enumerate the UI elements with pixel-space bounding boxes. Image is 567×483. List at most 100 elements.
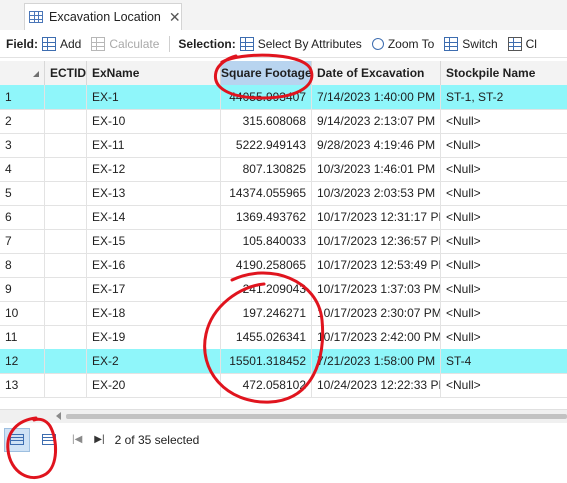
cell-square-footage[interactable]: 1455.026341 xyxy=(221,325,312,349)
tab-excavation-location[interactable]: Excavation Location ✕ xyxy=(24,3,182,30)
show-selected-records-button[interactable] xyxy=(36,428,62,452)
cell-date-of-excavation[interactable]: 10/17/2023 2:30:07 PM xyxy=(312,301,441,325)
cell-ectid[interactable] xyxy=(45,133,87,157)
cell-exname[interactable]: EX-15 xyxy=(87,229,221,253)
cell-date-of-excavation[interactable]: 7/14/2023 1:40:00 PM xyxy=(312,85,441,109)
cell-date-of-excavation[interactable]: 10/17/2023 12:53:49 PM xyxy=(312,253,441,277)
cell-date-of-excavation[interactable]: 9/14/2023 2:13:07 PM xyxy=(312,109,441,133)
cell-square-footage[interactable]: 15501.318452 xyxy=(221,349,312,373)
cell-exname[interactable]: EX-10 xyxy=(87,109,221,133)
cell-stockpile-name[interactable]: <Null> xyxy=(441,205,567,229)
cell-date-of-excavation[interactable]: 10/3/2023 1:46:01 PM xyxy=(312,157,441,181)
cell-stockpile-name[interactable]: ST-4 xyxy=(441,349,567,373)
cell-exname[interactable]: EX-14 xyxy=(87,205,221,229)
calculate-field-button[interactable]: Calculate xyxy=(91,36,159,51)
cell-row-index[interactable]: 11 xyxy=(0,325,45,349)
cell-date-of-excavation[interactable]: 10/17/2023 12:31:17 PM xyxy=(312,205,441,229)
cell-square-footage[interactable]: 1369.493762 xyxy=(221,205,312,229)
horizontal-scrollbar[interactable] xyxy=(0,409,567,423)
cell-exname[interactable]: EX-20 xyxy=(87,373,221,397)
header-date-of-excavation[interactable]: Date of Excavation xyxy=(312,61,441,85)
cell-date-of-excavation[interactable]: 10/3/2023 2:03:53 PM xyxy=(312,181,441,205)
cell-stockpile-name[interactable]: <Null> xyxy=(441,373,567,397)
scrollbar-thumb[interactable] xyxy=(66,414,567,419)
cell-square-footage[interactable]: 105.840033 xyxy=(221,229,312,253)
cell-ectid[interactable] xyxy=(45,253,87,277)
cell-stockpile-name[interactable]: <Null> xyxy=(441,253,567,277)
cell-exname[interactable]: EX-2 xyxy=(87,349,221,373)
table-row[interactable]: 9 EX-17 241.209043 10/17/2023 1:37:03 PM <Nu… xyxy=(0,277,567,302)
cell-row-index[interactable]: 4 xyxy=(0,157,45,181)
cell-square-footage[interactable]: 807.130825 xyxy=(221,157,312,181)
cell-exname[interactable]: EX-1 xyxy=(87,85,221,109)
cell-row-index[interactable]: 1 xyxy=(0,85,45,109)
clear-selection-button[interactable]: Cl xyxy=(507,36,537,51)
cell-ectid[interactable] xyxy=(45,109,87,133)
cell-stockpile-name[interactable]: <Null> xyxy=(441,181,567,205)
cell-ectid[interactable] xyxy=(45,325,87,349)
cell-exname[interactable]: EX-12 xyxy=(87,157,221,181)
show-all-records-button[interactable] xyxy=(4,427,30,452)
cell-ectid[interactable] xyxy=(45,85,87,109)
cell-row-index[interactable]: 13 xyxy=(0,373,45,397)
cell-row-index[interactable]: 2 xyxy=(0,109,45,133)
cell-ectid[interactable] xyxy=(45,229,87,253)
table-row[interactable]: 2 EX-10 315.608068 9/14/2023 2:13:07 PM <Nul… xyxy=(0,109,567,134)
cell-exname[interactable]: EX-16 xyxy=(87,253,221,277)
cell-ectid[interactable] xyxy=(45,157,87,181)
cell-exname[interactable]: EX-13 xyxy=(87,181,221,205)
cell-ectid[interactable] xyxy=(45,181,87,205)
cell-row-index[interactable]: 9 xyxy=(0,277,45,301)
cell-square-footage[interactable]: 4190.258065 xyxy=(221,253,312,277)
cell-date-of-excavation[interactable]: 10/17/2023 2:42:00 PM xyxy=(312,325,441,349)
cell-exname[interactable]: EX-17 xyxy=(87,277,221,301)
cell-exname[interactable]: EX-19 xyxy=(87,325,221,349)
cell-ectid[interactable] xyxy=(45,277,87,301)
cell-ectid[interactable] xyxy=(45,301,87,325)
cell-row-index[interactable]: 5 xyxy=(0,181,45,205)
header-stockpile-name[interactable]: Stockpile Name xyxy=(441,61,567,85)
scroll-left-icon[interactable] xyxy=(56,412,61,420)
cell-stockpile-name[interactable]: ST-1, ST-2 xyxy=(441,85,567,109)
cell-stockpile-name[interactable]: <Null> xyxy=(441,157,567,181)
table-row[interactable]: 4 EX-12 807.130825 10/3/2023 1:46:01 PM <Nul… xyxy=(0,157,567,182)
cell-stockpile-name[interactable]: <Null> xyxy=(441,325,567,349)
cell-row-index[interactable]: 7 xyxy=(0,229,45,253)
cell-stockpile-name[interactable]: <Null> xyxy=(441,229,567,253)
zoom-to-button[interactable]: Zoom To xyxy=(371,37,434,51)
cell-date-of-excavation[interactable]: 10/24/2023 12:22:33 PM xyxy=(312,373,441,397)
header-row-index[interactable] xyxy=(0,61,45,85)
cell-date-of-excavation[interactable]: 10/17/2023 12:36:57 PM xyxy=(312,229,441,253)
table-row[interactable]: 8 EX-16 4190.258065 10/17/2023 12:53:49 PM <… xyxy=(0,253,567,278)
table-row[interactable]: 1 EX-1 44055.993407 7/14/2023 1:40:00 PM ST-… xyxy=(0,85,567,110)
cell-stockpile-name[interactable]: <Null> xyxy=(441,301,567,325)
table-row[interactable]: 3 EX-11 5222.949143 9/28/2023 4:19:46 PM <Nu… xyxy=(0,133,567,158)
header-square-footage[interactable]: Square Footage xyxy=(221,61,312,85)
last-record-button[interactable]: ▶| xyxy=(94,434,104,445)
table-row[interactable]: 5 EX-13 14374.055965 10/3/2023 2:03:53 PM <N… xyxy=(0,181,567,206)
cell-stockpile-name[interactable]: <Null> xyxy=(441,133,567,157)
cell-date-of-excavation[interactable]: 7/21/2023 1:58:00 PM xyxy=(312,349,441,373)
header-exname[interactable]: ExName xyxy=(87,61,221,85)
table-row[interactable]: 13 EX-20 472.058102 10/24/2023 12:22:33 PM <… xyxy=(0,373,567,398)
table-row[interactable]: 11 EX-19 1455.026341 10/17/2023 2:42:00 PM <… xyxy=(0,325,567,350)
cell-stockpile-name[interactable]: <Null> xyxy=(441,277,567,301)
cell-row-index[interactable]: 12 xyxy=(0,349,45,373)
switch-selection-button[interactable]: Switch xyxy=(444,36,498,51)
cell-row-index[interactable]: 8 xyxy=(0,253,45,277)
cell-ectid[interactable] xyxy=(45,373,87,397)
select-by-attributes-button[interactable]: Select By Attributes xyxy=(239,36,362,51)
first-record-button[interactable]: |◀ xyxy=(72,434,82,445)
cell-square-footage[interactable]: 241.209043 xyxy=(221,277,312,301)
cell-row-index[interactable]: 3 xyxy=(0,133,45,157)
cell-square-footage[interactable]: 14374.055965 xyxy=(221,181,312,205)
cell-square-footage[interactable]: 44055.993407 xyxy=(221,85,312,109)
cell-square-footage[interactable]: 5222.949143 xyxy=(221,133,312,157)
table-row[interactable]: 10 EX-18 197.246271 10/17/2023 2:30:07 PM <N… xyxy=(0,301,567,326)
cell-date-of-excavation[interactable]: 9/28/2023 4:19:46 PM xyxy=(312,133,441,157)
cell-row-index[interactable]: 10 xyxy=(0,301,45,325)
cell-exname[interactable]: EX-18 xyxy=(87,301,221,325)
cell-square-footage[interactable]: 197.246271 xyxy=(221,301,312,325)
cell-square-footage[interactable]: 315.608068 xyxy=(221,109,312,133)
table-row[interactable]: 12 EX-2 15501.318452 7/21/2023 1:58:00 PM ST… xyxy=(0,349,567,374)
